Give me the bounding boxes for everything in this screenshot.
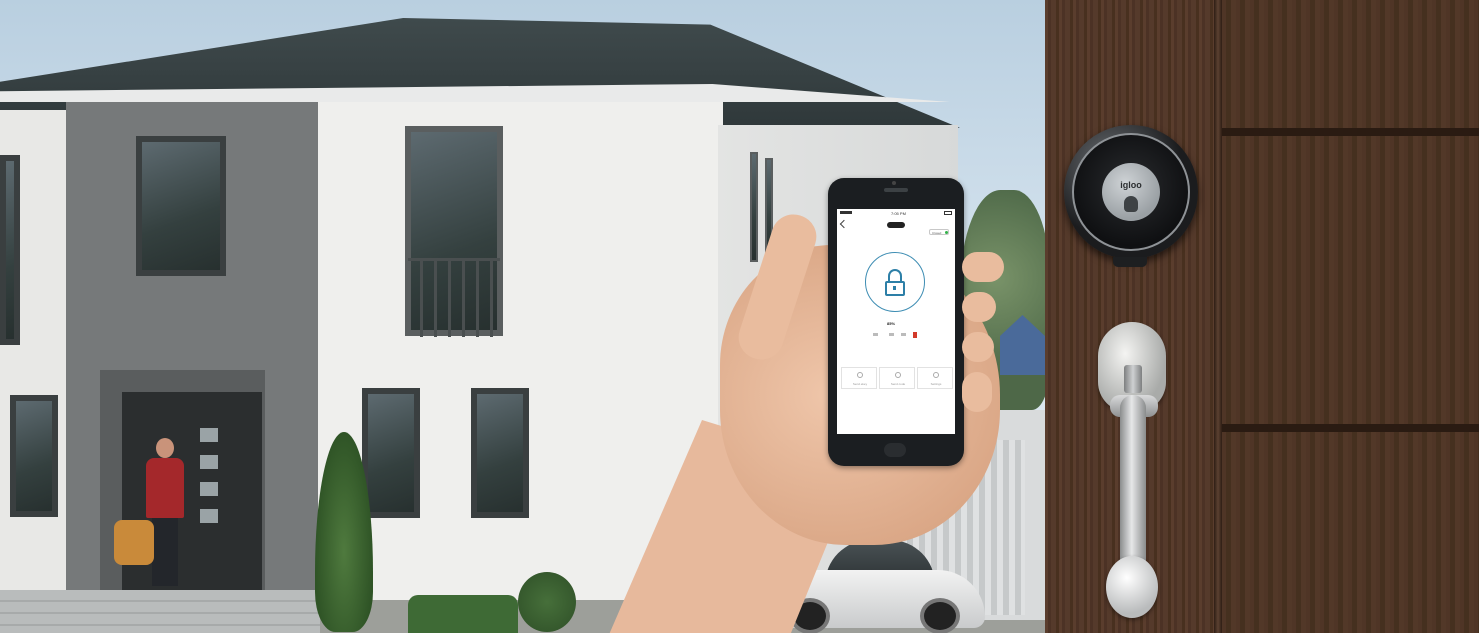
menu-send-ekey[interactable]: Send ekey (841, 367, 877, 389)
person-figure (140, 438, 190, 588)
phone-speaker (884, 188, 908, 192)
door-glass-pane (200, 428, 218, 442)
send-ekey-icon (857, 372, 863, 378)
wall-panel-gap (1222, 128, 1479, 136)
finger (962, 372, 992, 412)
person-head (156, 438, 174, 458)
phone-camera (892, 181, 896, 185)
phone-status-bar: 7:05 PM (837, 210, 955, 218)
app-menu: Send ekey Send code Settings (841, 367, 953, 389)
house-window (136, 136, 226, 276)
phone-screen: 7:05 PM Closed 85% Send ekey Send code S… (837, 209, 955, 434)
info-indicator (889, 333, 894, 336)
door-glass-pane (200, 482, 218, 496)
person-coat (146, 458, 184, 518)
door-glass-pane (200, 509, 218, 523)
send-code-icon (895, 372, 901, 378)
round-bush (518, 572, 576, 632)
menu-label: Settings (930, 382, 942, 386)
person-legs (152, 518, 178, 586)
door-glass-pane (200, 455, 218, 469)
balcony-railing (408, 258, 500, 337)
battery-level: 85% (887, 321, 896, 326)
car-wheel (920, 598, 960, 633)
house-window (750, 152, 758, 262)
finger (962, 332, 994, 362)
signal-icon (840, 211, 852, 214)
back-icon[interactable] (839, 219, 849, 229)
info-indicator (873, 333, 878, 336)
info-indicator (901, 333, 906, 336)
house-window (0, 155, 20, 345)
deadbolt-face (1102, 163, 1160, 221)
menu-send-code[interactable]: Send code (879, 367, 915, 389)
house-window (362, 388, 420, 518)
lock-status-dot (945, 231, 948, 234)
scene: 7:05 PM Closed 85% Send ekey Send code S… (0, 0, 1479, 633)
battery-icon (944, 211, 952, 215)
keyhole-icon (1124, 196, 1138, 212)
menu-settings[interactable]: Settings (917, 367, 953, 389)
wall-panel-gap (1222, 424, 1479, 432)
entrance-steps (0, 590, 320, 633)
lock-brand-logo: igloo (1120, 180, 1142, 190)
alert-indicator (913, 332, 917, 338)
house-window (10, 395, 58, 517)
wall-panel (1222, 136, 1479, 424)
status-time: 7:05 PM (891, 211, 906, 216)
wall-panel (1222, 0, 1479, 128)
lock-info-row (867, 331, 927, 339)
house-window (471, 388, 529, 518)
menu-label: Send ekey (852, 382, 868, 386)
handle-knob (1106, 556, 1158, 618)
door-edge (1214, 0, 1222, 633)
settings-icon (933, 372, 939, 378)
smartphone: 7:05 PM Closed 85% Send ekey Send code S… (828, 178, 964, 466)
finger (962, 292, 996, 322)
lock-battery: 85% (867, 321, 927, 327)
app-logo (887, 222, 905, 228)
phone-home-button (884, 443, 906, 457)
hedge (408, 595, 518, 633)
wall-panel (1222, 432, 1479, 633)
shopping-bag (114, 520, 154, 565)
thumb-latch (1124, 365, 1142, 393)
door-handle (1120, 395, 1146, 580)
finger (962, 252, 1004, 282)
padlock-keyhole (893, 286, 896, 290)
deadbolt-latch (1113, 257, 1147, 267)
menu-label: Send code (890, 382, 906, 386)
